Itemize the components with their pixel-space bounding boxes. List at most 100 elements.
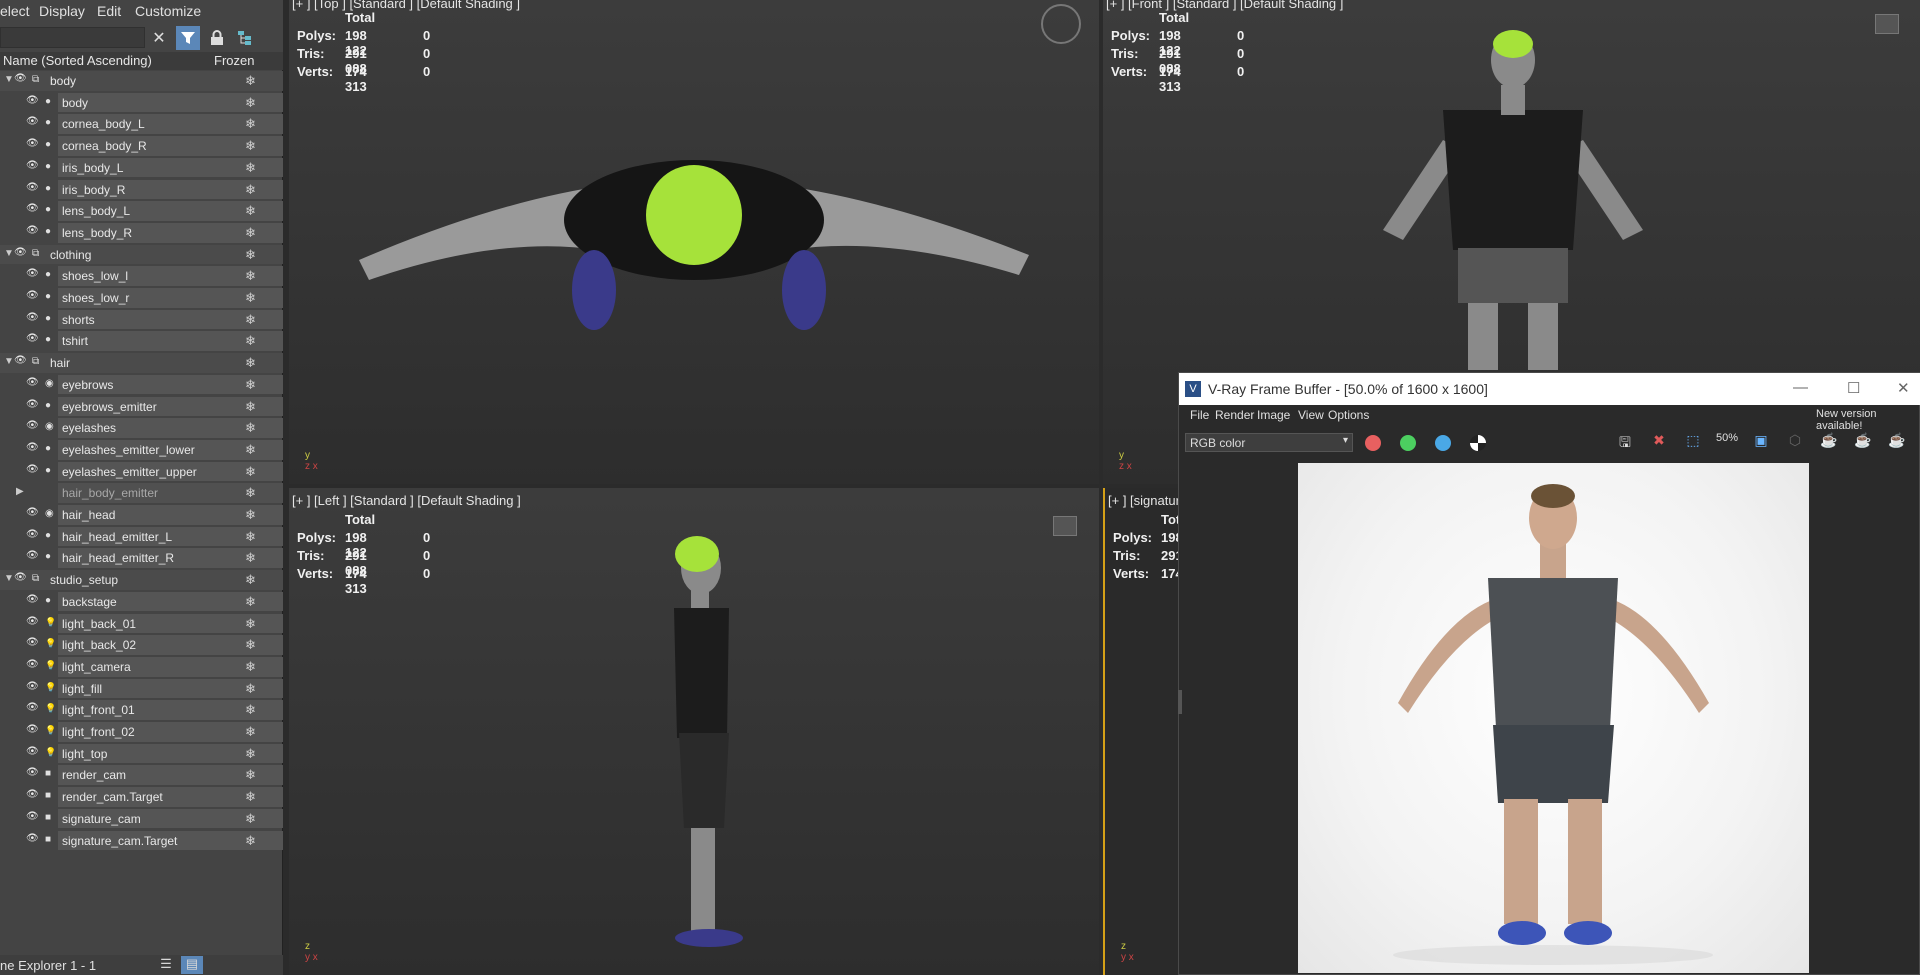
vfb-menu-options[interactable]: Options <box>1328 408 1369 422</box>
visibility-eye-icon[interactable]: 👁 <box>26 203 39 215</box>
frozen-snowflake-icon[interactable]: ❄ <box>245 702 256 718</box>
lock-icon[interactable] <box>205 26 229 50</box>
tree-row[interactable]: 👁 ■ render_cam ❄ <box>0 764 283 786</box>
frozen-snowflake-icon[interactable]: ❄ <box>245 594 256 610</box>
viewport-top[interactable]: [+ ] [Top ] [Standard ] [Default Shading… <box>289 0 1099 484</box>
frozen-snowflake-icon[interactable]: ❄ <box>245 312 256 328</box>
collapse-arrow-icon[interactable]: ▼ <box>4 248 14 259</box>
visibility-eye-icon[interactable]: 👁 <box>26 333 39 345</box>
frozen-snowflake-icon[interactable]: ❄ <box>245 399 256 415</box>
collapse-arrow-icon[interactable]: ▼ <box>4 356 14 367</box>
visibility-eye-icon[interactable]: 👁 <box>26 377 39 389</box>
tree-row[interactable]: 👁 ● lens_body_R ❄ <box>0 222 283 244</box>
frozen-snowflake-icon[interactable]: ❄ <box>245 203 256 219</box>
visibility-eye-icon[interactable]: 👁 <box>26 464 39 476</box>
visibility-eye-icon[interactable]: 👁 <box>26 290 39 302</box>
tree-row[interactable]: 👁 ● eyebrows_emitter ❄ <box>0 396 283 418</box>
channel-select[interactable]: RGB color ▾ <box>1185 433 1353 452</box>
viewport-label[interactable]: [+ ] [signatur <box>1108 493 1179 508</box>
tree-row[interactable]: 👁 ◉ eyelashes ❄ <box>0 417 283 439</box>
visibility-eye-icon[interactable]: 👁 <box>26 833 39 845</box>
visibility-eye-icon[interactable]: 👁 <box>26 594 39 606</box>
frozen-snowflake-icon[interactable]: ❄ <box>245 485 256 501</box>
visibility-eye-icon[interactable]: 👁 <box>26 442 39 454</box>
tree-row[interactable]: 👁 ● hair_head_emitter_R ❄ <box>0 547 283 569</box>
tree-row[interactable]: 👁 ● shoes_low_l ❄ <box>0 265 283 287</box>
visibility-eye-icon[interactable]: 👁 <box>14 355 27 367</box>
tree-row[interactable]: ▶ hair_body_emitter ❄ <box>0 482 283 504</box>
frozen-snowflake-icon[interactable]: ❄ <box>245 789 256 805</box>
visibility-eye-icon[interactable]: 👁 <box>14 247 27 259</box>
frozen-snowflake-icon[interactable]: ❄ <box>245 637 256 653</box>
tree-row[interactable]: 👁 💡 light_fill ❄ <box>0 678 283 700</box>
search-input[interactable] <box>0 27 145 48</box>
tree-row[interactable]: 👁 💡 light_camera ❄ <box>0 656 283 678</box>
visibility-eye-icon[interactable]: 👁 <box>26 312 39 324</box>
viewport-label[interactable]: [+ ] [Top ] [Standard ] [Default Shading… <box>292 0 520 11</box>
menu-edit[interactable]: Edit <box>97 3 121 19</box>
frozen-snowflake-icon[interactable]: ❄ <box>245 420 256 436</box>
filter-icon[interactable] <box>176 26 200 50</box>
frozen-snowflake-icon[interactable]: ❄ <box>245 182 256 198</box>
visibility-eye-icon[interactable]: 👁 <box>26 420 39 432</box>
green-channel-toggle[interactable] <box>1400 435 1416 451</box>
visibility-eye-icon[interactable]: 👁 <box>26 182 39 194</box>
vfb-menu-render[interactable]: Render <box>1215 408 1254 422</box>
frozen-snowflake-icon[interactable]: ❄ <box>245 333 256 349</box>
menu-select[interactable]: elect <box>0 3 30 19</box>
clear-search-icon[interactable]: ✕ <box>147 26 171 50</box>
expand-arrow-icon[interactable]: ▶ <box>16 486 24 497</box>
tree-row[interactable]: 👁 💡 light_front_02 ❄ <box>0 721 283 743</box>
visibility-eye-icon[interactable]: 👁 <box>26 550 39 562</box>
collapse-arrow-icon[interactable]: ▼ <box>4 74 14 85</box>
menu-customize[interactable]: Customize <box>135 3 201 19</box>
red-channel-toggle[interactable] <box>1365 435 1381 451</box>
clear-image-icon[interactable]: ✖ <box>1646 432 1672 454</box>
frozen-snowflake-icon[interactable]: ❄ <box>245 464 256 480</box>
tree-row[interactable]: 👁 ● body ❄ <box>0 92 283 114</box>
tree-row[interactable]: 👁 💡 light_top ❄ <box>0 743 283 765</box>
visibility-eye-icon[interactable]: 👁 <box>26 789 39 801</box>
frozen-snowflake-icon[interactable]: ❄ <box>245 529 256 545</box>
hierarchy-icon[interactable] <box>233 26 257 50</box>
viewcube-icon[interactable] <box>1875 14 1899 34</box>
interactive-render-icon[interactable]: ☕ <box>1850 432 1876 454</box>
collapse-arrow-icon[interactable]: ▼ <box>4 573 14 584</box>
frozen-snowflake-icon[interactable]: ❄ <box>245 572 256 588</box>
visibility-eye-icon[interactable]: 👁 <box>14 572 27 584</box>
link-icon[interactable]: ⬡ <box>1782 432 1808 454</box>
minimize-icon[interactable]: — <box>1793 379 1808 396</box>
frozen-snowflake-icon[interactable]: ❄ <box>245 73 256 89</box>
tree-row[interactable]: 👁 ● hair_head_emitter_L ❄ <box>0 526 283 548</box>
visibility-eye-icon[interactable]: 👁 <box>26 724 39 736</box>
frozen-snowflake-icon[interactable]: ❄ <box>245 95 256 111</box>
vfb-menu-image[interactable]: Image <box>1257 408 1290 422</box>
visibility-eye-icon[interactable]: 👁 <box>26 225 39 237</box>
frozen-snowflake-icon[interactable]: ❄ <box>245 550 256 566</box>
visibility-eye-icon[interactable]: 👁 <box>26 681 39 693</box>
vfb-titlebar[interactable]: V V-Ray Frame Buffer - [50.0% of 1600 x … <box>1179 373 1920 405</box>
zoom-icon[interactable]: 50% <box>1714 432 1740 454</box>
tree-group-row[interactable]: ▼ 👁 ⧉ hair ❄ <box>0 352 283 374</box>
tree-row[interactable]: 👁 💡 light_back_02 ❄ <box>0 634 283 656</box>
visibility-eye-icon[interactable]: 👁 <box>26 160 39 172</box>
frozen-snowflake-icon[interactable]: ❄ <box>245 833 256 849</box>
tree-row[interactable]: 👁 ● tshirt ❄ <box>0 330 283 352</box>
column-name-header[interactable]: Name (Sorted Ascending) <box>3 53 152 68</box>
frozen-snowflake-icon[interactable]: ❄ <box>245 116 256 132</box>
maximize-icon[interactable]: ☐ <box>1847 379 1860 397</box>
frozen-snowflake-icon[interactable]: ❄ <box>245 247 256 263</box>
tree-row[interactable]: 👁 ◉ hair_head ❄ <box>0 504 283 526</box>
frozen-snowflake-icon[interactable]: ❄ <box>245 160 256 176</box>
viewport-label[interactable]: [+ ] [Front ] [Standard ] [Default Shadi… <box>1106 0 1343 11</box>
visibility-eye-icon[interactable]: 👁 <box>26 529 39 541</box>
column-frozen-header[interactable]: Frozen <box>214 53 254 68</box>
viewcube-icon[interactable] <box>1041 4 1081 44</box>
viewport-label[interactable]: [+ ] [Left ] [Standard ] [Default Shadin… <box>292 493 521 508</box>
visibility-eye-icon[interactable]: 👁 <box>26 116 39 128</box>
region-render-icon[interactable]: ⬚ <box>1680 432 1706 454</box>
visibility-eye-icon[interactable]: 👁 <box>26 637 39 649</box>
frozen-snowflake-icon[interactable]: ❄ <box>245 442 256 458</box>
visibility-eye-icon[interactable]: 👁 <box>26 95 39 107</box>
tree-row[interactable]: 👁 ● backstage ❄ <box>0 591 283 613</box>
